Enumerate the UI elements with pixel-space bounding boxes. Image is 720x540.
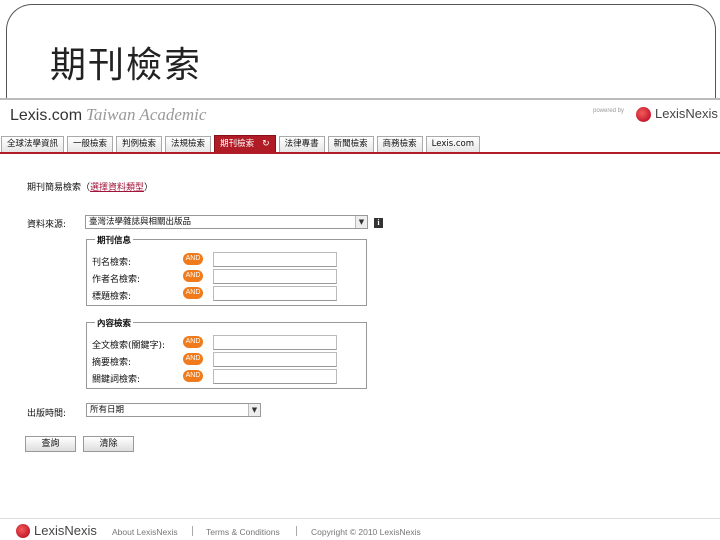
chevron-down-icon: ▼ xyxy=(248,404,260,416)
brand-name: Lexis.com xyxy=(10,107,83,124)
and-operator-button[interactable]: AND xyxy=(183,353,203,365)
journal-name-field[interactable] xyxy=(213,252,337,267)
screenshot-area: Lexis.com Taiwan Academic powered by Lexi… xyxy=(0,98,720,540)
lexisnexis-logo-text: LexisNexis xyxy=(655,106,718,121)
fulltext-field[interactable] xyxy=(213,335,337,350)
select-data-type-link[interactable]: 選擇資料類型 xyxy=(90,183,144,193)
and-operator-button[interactable]: AND xyxy=(183,287,203,299)
heading-text: 期刊簡易檢索（ xyxy=(27,183,91,193)
brand-subtitle: Taiwan Academic xyxy=(86,105,207,124)
and-operator-button[interactable]: AND xyxy=(183,370,203,382)
tab-news-search[interactable]: 新聞檢索 xyxy=(327,136,374,152)
divider xyxy=(0,98,720,100)
abstract-label: 摘要檢索: xyxy=(92,358,132,368)
footer-divider xyxy=(0,518,720,519)
tab-legal-books[interactable]: 法律專書 xyxy=(278,136,325,152)
about-link[interactable]: About LexisNexis xyxy=(112,527,178,537)
tab-statute-search[interactable]: 法規檢索 xyxy=(165,136,212,152)
tab-global-legal[interactable]: 全球法學資訊 xyxy=(1,136,65,152)
fulltext-label: 全文檢索(關鍵字): xyxy=(92,341,166,351)
powered-by-text: powered by xyxy=(593,108,625,114)
tab-business-search[interactable]: 商務檢索 xyxy=(376,136,423,152)
and-operator-button[interactable]: AND xyxy=(183,270,203,282)
lexisnexis-logo-icon xyxy=(636,107,651,122)
copyright-text: Copyright © 2010 LexisNexis xyxy=(311,527,421,537)
keyword-label: 關鍵詞檢索: xyxy=(92,375,141,385)
page-heading: 期刊簡易檢索（選擇資料類型） xyxy=(27,180,153,193)
footer-separator xyxy=(192,526,193,536)
and-operator-button[interactable]: AND xyxy=(183,253,203,265)
brand-logo: Lexis.com Taiwan Academic xyxy=(10,105,206,125)
date-select-value: 所有日期 xyxy=(90,405,125,415)
clear-button[interactable]: 清除 xyxy=(83,436,134,452)
tab-journal-search[interactable]: 期刊檢索 ↻ xyxy=(214,135,276,152)
title-label: 標題檢索: xyxy=(92,292,132,302)
tab-lexis-com[interactable]: Lexis.com xyxy=(425,136,481,152)
slide-title: 期刊檢索 xyxy=(50,45,203,86)
abstract-field[interactable] xyxy=(213,352,337,367)
tab-journal-search-label: 期刊檢索 xyxy=(220,139,255,149)
and-operator-button[interactable]: AND xyxy=(183,336,203,348)
heading-end: ） xyxy=(144,183,154,193)
footer-brand: LexisNexis xyxy=(34,523,97,538)
tab-underline xyxy=(0,152,720,154)
refresh-icon[interactable]: ↻ xyxy=(262,136,270,153)
author-field[interactable] xyxy=(213,269,337,284)
keyword-field[interactable] xyxy=(213,369,337,384)
source-select[interactable]: 臺灣法學雜誌與相關出版品 ▼ xyxy=(85,215,368,229)
source-select-value: 臺灣法學雜誌與相關出版品 xyxy=(89,217,192,227)
source-label: 資料來源: xyxy=(27,220,67,230)
tab-general-search[interactable]: 一般檢索 xyxy=(67,136,114,152)
tab-case-search[interactable]: 判例檢索 xyxy=(116,136,163,152)
footer-logo-icon xyxy=(16,524,30,538)
journal-info-legend: 期刊信息 xyxy=(95,234,134,246)
footer-separator xyxy=(296,526,297,536)
content-search-legend: 內容檢索 xyxy=(95,317,134,329)
title-field[interactable] xyxy=(213,286,337,301)
main-tabs: 全球法學資訊 一般檢索 判例檢索 法規檢索 期刊檢索 ↻ 法律專書 新聞檢索 商務… xyxy=(1,135,483,152)
chevron-down-icon: ▼ xyxy=(355,216,367,228)
journal-name-label: 刊名檢索: xyxy=(92,258,132,268)
date-select[interactable]: 所有日期 ▼ xyxy=(86,403,261,417)
date-label: 出版時間: xyxy=(27,409,67,419)
author-label: 作者名檢索: xyxy=(92,275,141,285)
info-icon[interactable]: i xyxy=(374,218,383,228)
terms-link[interactable]: Terms & Conditions xyxy=(206,527,280,537)
submit-button[interactable]: 查詢 xyxy=(25,436,76,452)
